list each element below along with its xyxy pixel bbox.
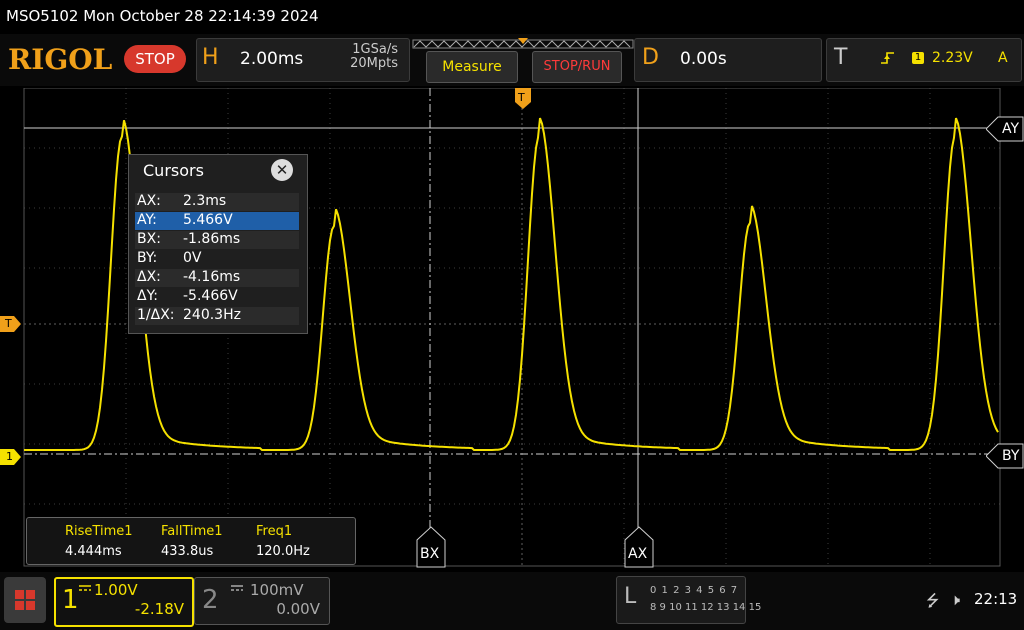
- delay-value: 0.00s: [680, 49, 727, 69]
- cursor-row-key: BX:: [137, 231, 161, 247]
- delay-panel[interactable]: [634, 38, 822, 82]
- status-clock: 22:13: [974, 590, 1018, 608]
- run-state-button[interactable]: STOP: [124, 45, 186, 73]
- trigger-position-marker-label: T: [518, 91, 525, 104]
- channel2-offset: 0.00V: [276, 600, 320, 618]
- cursors-panel-title: Cursors: [143, 161, 204, 180]
- cursor-row-key: ΔY:: [137, 288, 158, 304]
- measure-label-freq: Freq1: [256, 524, 293, 539]
- trigger-panel[interactable]: [826, 38, 1022, 82]
- delay-label: D: [642, 45, 659, 70]
- cursor-row-key: BY:: [137, 250, 158, 266]
- cursor-ax-label: AX: [628, 546, 648, 562]
- trigger-mode: A: [998, 50, 1008, 66]
- channel1-offset: -2.18V: [134, 600, 184, 618]
- logic-row-1: 0 1 2 3 4 5 6 7: [650, 585, 739, 596]
- measurement-panel[interactable]: RiseTime1 4.444ms FallTime1 433.8us Freq…: [26, 517, 356, 565]
- stop-run-button[interactable]: STOP/RUN: [532, 51, 622, 83]
- measure-label-falltime: FallTime1: [161, 524, 223, 539]
- channel1-scale: 1.00V: [94, 581, 138, 599]
- cursor-row-key: 1/ΔX:: [137, 307, 175, 323]
- cursor-ay-label: AY: [1002, 121, 1020, 137]
- dc-coupling-icon: [231, 585, 243, 591]
- cursor-row-value: 0V: [183, 250, 202, 266]
- cursor-row-value: 240.3Hz: [183, 307, 241, 323]
- cursor-row[interactable]: BX: -1.86ms: [135, 231, 299, 249]
- cursor-row[interactable]: AX: 2.3ms: [135, 193, 299, 211]
- measure-label-risetime: RiseTime1: [65, 524, 133, 539]
- measure-button[interactable]: Measure: [426, 51, 518, 83]
- trigger-label: T: [834, 45, 848, 70]
- channel1-ground-marker-label: 1: [6, 450, 13, 463]
- cursors-panel[interactable]: Cursors ✕ AX: 2.3ms AY: 5.466V BX: -1.86ms BY:…: [128, 154, 308, 334]
- speaker-mute-icon[interactable]: 🕨: [950, 590, 960, 610]
- measure-value-freq: 120.0Hz: [256, 544, 310, 559]
- trigger-level-marker-label: T: [5, 317, 12, 330]
- cursor-bx-label: BX: [420, 546, 440, 562]
- measure-value-risetime: 4.444ms: [65, 544, 122, 559]
- memory-position-indicator: [412, 38, 634, 49]
- trigger-level-value: 2.23V: [932, 50, 973, 66]
- trigger-source-badge: 1: [912, 52, 924, 64]
- close-icon[interactable]: ✕: [271, 159, 293, 181]
- cursor-row-value: -1.86ms: [183, 231, 241, 247]
- rigol-logo: RIGOL: [8, 43, 113, 76]
- channel2-scale: 100mV: [250, 581, 304, 599]
- cursor-row-key: AY:: [137, 212, 157, 228]
- grid-menu-icon: [15, 590, 35, 610]
- cursor-row-key: ΔX:: [137, 269, 161, 285]
- cursor-row[interactable]: AY: 5.466V: [135, 212, 299, 230]
- main-menu-button[interactable]: [4, 577, 46, 623]
- usb-icon: ⭍: [926, 591, 940, 610]
- cursor-row-key: AX:: [137, 193, 161, 209]
- measure-value-falltime: 433.8us: [161, 544, 214, 559]
- rising-edge-icon: [881, 52, 894, 64]
- channel1-number: 1: [62, 585, 79, 615]
- sample-rate: 1GSa/s: [352, 42, 398, 57]
- cursor-row-value: 5.466V: [183, 212, 233, 228]
- cursor-by-label: BY: [1002, 448, 1020, 464]
- device-datetime: MSO5102 Mon October 28 22:14:39 2024: [6, 7, 319, 25]
- cursor-row-value: 2.3ms: [183, 193, 227, 209]
- cursor-row-value: -4.16ms: [183, 269, 241, 285]
- horizontal-label: H: [202, 45, 219, 70]
- memory-depth: 20Mpts: [350, 56, 398, 71]
- logic-row-2: 8 9 10 11 12 13 14 15: [650, 602, 762, 613]
- channel2-number: 2: [202, 585, 219, 615]
- cursor-row[interactable]: ΔY: -5.466V: [135, 288, 299, 306]
- dc-coupling-icon: [79, 585, 91, 591]
- cursor-row-value: -5.466V: [183, 288, 238, 304]
- timebase-value: 2.00ms: [240, 49, 304, 69]
- cursor-row[interactable]: 1/ΔX: 240.3Hz: [135, 307, 299, 325]
- acquisition-info: 1GSa/s 20Mpts: [318, 43, 398, 71]
- logic-label: L: [624, 584, 637, 609]
- cursor-row[interactable]: ΔX: -4.16ms: [135, 269, 299, 287]
- cursor-row[interactable]: BY: 0V: [135, 250, 299, 268]
